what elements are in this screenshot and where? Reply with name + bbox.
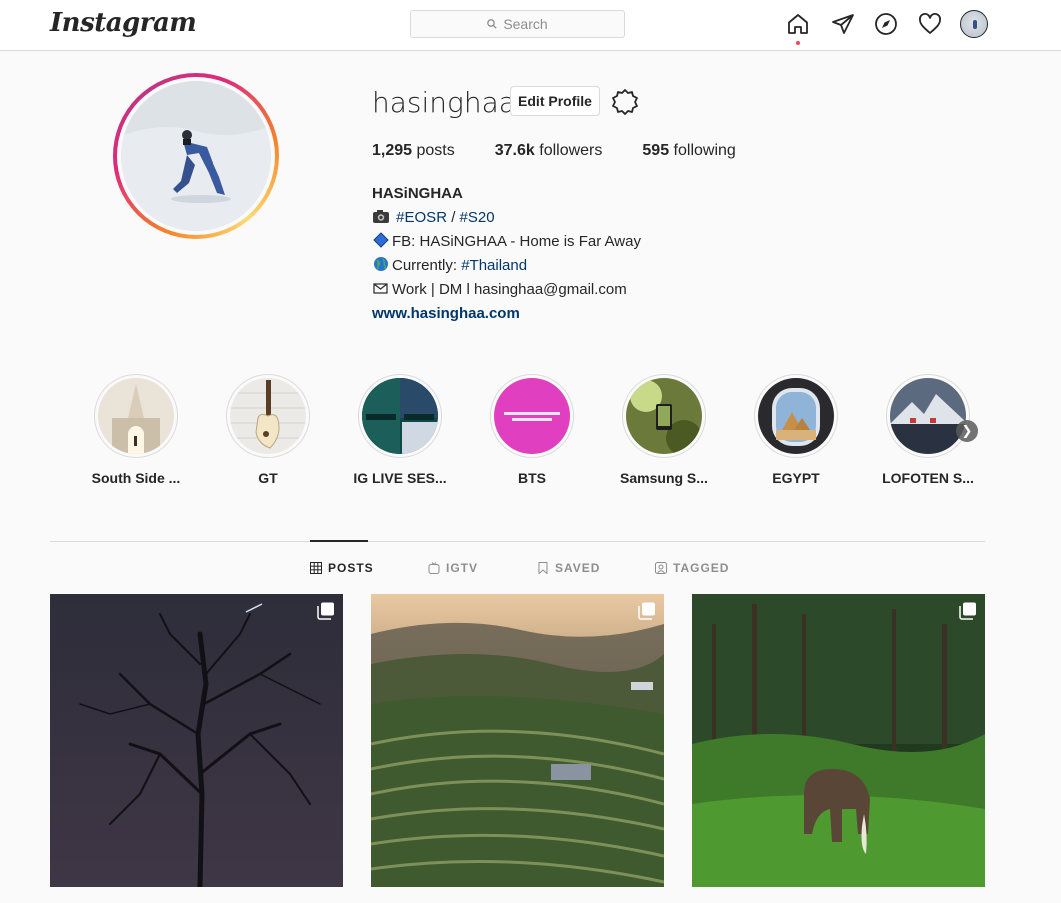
top-nav: Instagram Search xyxy=(0,0,1061,51)
bio-line-camera: #EOSR / #S20 xyxy=(372,206,641,230)
tabs-divider xyxy=(50,541,985,542)
bio-line-facebook: FB: HASiNGHAA - Home is Far Away xyxy=(372,230,641,254)
highlight-cover xyxy=(494,378,570,454)
highlight-label: LOFOTEN S... xyxy=(882,470,974,486)
highlight-label: BTS xyxy=(518,470,546,486)
grid-icon xyxy=(310,562,322,574)
highlight-label: South Side ... xyxy=(91,470,181,486)
highlights-next-chevron-icon[interactable]: ❯ xyxy=(956,420,978,442)
bookmark-icon xyxy=(538,562,548,574)
highlight-item[interactable]: GT xyxy=(208,374,328,486)
instagram-logo[interactable]: Instagram xyxy=(50,8,197,38)
highlight-item[interactable]: Samsung S... xyxy=(604,374,724,486)
profile-avatar-story-ring[interactable] xyxy=(113,73,279,239)
igtv-icon xyxy=(428,562,440,574)
hashtag-thailand[interactable]: #Thailand xyxy=(461,257,527,274)
home-notification-dot xyxy=(796,41,800,45)
blue-diamond-icon xyxy=(373,232,389,248)
bio-line-contact: Work | DM l hasinghaa@gmail.com xyxy=(372,278,641,302)
highlight-cover xyxy=(758,378,834,454)
tab-posts[interactable]: POSTS xyxy=(310,561,374,575)
highlight-cover xyxy=(890,378,966,454)
followers-stat[interactable]: 37.6k followers xyxy=(495,142,603,160)
highlight-cover xyxy=(230,378,306,454)
highlight-item[interactable]: BTS xyxy=(472,374,592,486)
envelope-icon xyxy=(373,283,388,294)
tab-saved[interactable]: SAVED xyxy=(537,561,600,575)
search-icon xyxy=(487,19,497,29)
posts-stat: 1,295 posts xyxy=(372,142,455,159)
explore-icon[interactable] xyxy=(874,12,898,36)
highlight-label: IG LIVE SES... xyxy=(353,470,447,486)
tab-tagged[interactable]: TAGGED xyxy=(655,561,729,575)
profile-stats: 1,295 posts 37.6k followers 595 followin… xyxy=(372,142,776,160)
profile-username: hasinghaa xyxy=(372,86,516,119)
profile-full-name: HASiNGHAA xyxy=(372,185,463,202)
post-thumbnail[interactable] xyxy=(371,594,664,887)
highlight-cover xyxy=(626,378,702,454)
active-tab-indicator xyxy=(310,540,368,542)
following-stat[interactable]: 595 following xyxy=(642,142,735,160)
tab-igtv[interactable]: IGTV xyxy=(428,561,478,575)
multiple-photos-icon xyxy=(959,602,976,620)
highlight-item[interactable]: IG LIVE SES... xyxy=(340,374,460,486)
settings-gear-icon[interactable] xyxy=(612,89,638,115)
search-input[interactable]: Search xyxy=(410,10,625,38)
highlight-label: GT xyxy=(258,470,278,486)
nav-profile-avatar[interactable] xyxy=(960,10,988,38)
activity-heart-icon[interactable] xyxy=(918,12,942,36)
highlight-item[interactable]: South Side ... xyxy=(76,374,196,486)
post-thumbnail[interactable] xyxy=(692,594,985,887)
highlight-item[interactable]: EGYPT xyxy=(736,374,856,486)
post-thumbnail[interactable] xyxy=(50,594,343,887)
profile-website-link[interactable]: www.hasinghaa.com xyxy=(372,302,641,326)
profile-bio: HASiNGHAA #EOSR / #S20 FB: HASiNGHAA - H… xyxy=(372,182,641,326)
highlight-cover xyxy=(362,378,438,454)
globe-icon xyxy=(374,257,388,271)
direct-icon[interactable] xyxy=(831,12,855,36)
hashtag-s20[interactable]: #S20 xyxy=(460,209,495,226)
camera-icon xyxy=(373,210,389,223)
multiple-photos-icon xyxy=(317,602,334,620)
home-icon[interactable] xyxy=(786,12,810,36)
bio-line-location: Currently: #Thailand xyxy=(372,254,641,278)
highlight-label: EGYPT xyxy=(772,470,820,486)
edit-profile-button[interactable]: Edit Profile xyxy=(510,86,600,116)
multiple-photos-icon xyxy=(638,602,655,620)
story-highlights: South Side ... GT IG LIVE SES... BTS Sam… xyxy=(50,374,985,494)
profile-avatar xyxy=(121,81,271,231)
tagged-user-icon xyxy=(655,562,667,574)
hashtag-eosr[interactable]: #EOSR xyxy=(396,209,447,226)
search-placeholder: Search xyxy=(503,16,548,32)
highlight-cover xyxy=(98,378,174,454)
highlight-label: Samsung S... xyxy=(620,470,708,486)
